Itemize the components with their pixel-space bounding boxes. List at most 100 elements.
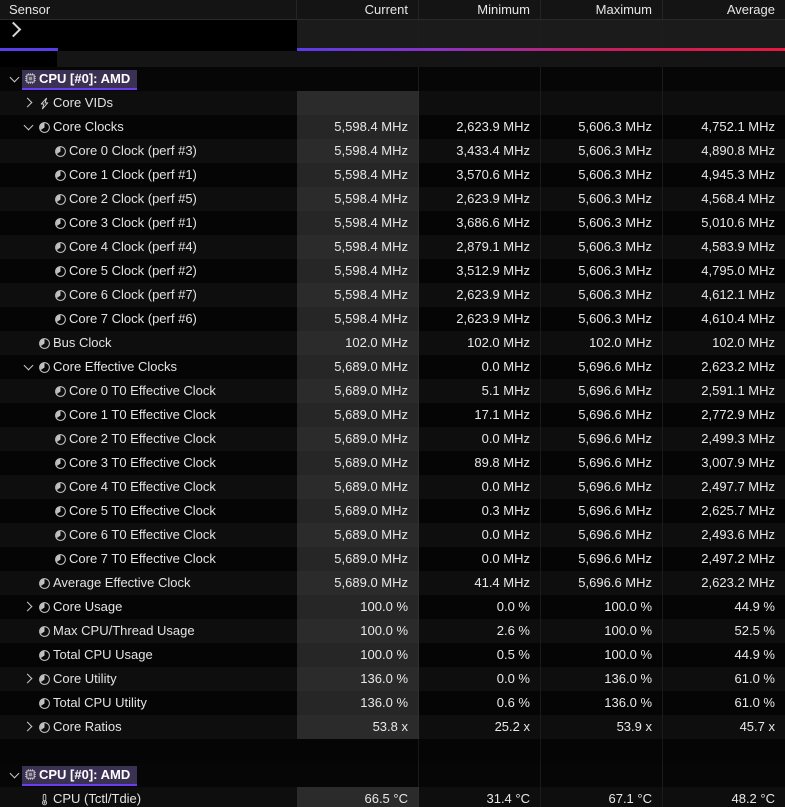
sensor-value-minimum: 0.0 MHz [419, 427, 541, 451]
sensor-row[interactable]: Core Usage100.0 %0.0 %100.0 %44.9 % [0, 595, 785, 619]
sensor-row[interactable]: Core 5 T0 Effective Clock5,689.0 MHz0.3 … [0, 499, 785, 523]
sensor-row[interactable]: Core 4 Clock (perf #4)5,598.4 MHz2,879.1… [0, 235, 785, 259]
sensor-row[interactable]: Core 1 T0 Effective Clock5,689.0 MHz17.1… [0, 403, 785, 427]
sensor-name-cell[interactable]: Core 6 Clock (perf #7) [0, 283, 297, 307]
column-header-sensor[interactable]: Sensor [0, 0, 297, 19]
column-header-maximum[interactable]: Maximum [541, 0, 663, 19]
chevron-down-icon[interactable] [22, 115, 36, 139]
sensor-value-average: 4,945.3 MHz [663, 163, 785, 187]
sensor-row[interactable]: Core 3 Clock (perf #1)5,598.4 MHz3,686.6… [0, 211, 785, 235]
sensor-name-cell[interactable]: Max CPU/Thread Usage [0, 619, 297, 643]
sensor-value-maximum: 100.0 % [541, 595, 663, 619]
sensor-row[interactable]: Max CPU/Thread Usage100.0 %2.6 %100.0 %5… [0, 619, 785, 643]
chevron-right-icon[interactable] [22, 91, 36, 115]
sensor-row[interactable]: Core 2 Clock (perf #5)5,598.4 MHz2,623.9… [0, 187, 785, 211]
group-header-name-cell-2[interactable]: CPU [#0]: AMD [0, 763, 297, 787]
sensor-name-cell[interactable]: Core 2 T0 Effective Clock [0, 427, 297, 451]
column-header-minimum[interactable]: Minimum [419, 0, 541, 19]
sensor-row[interactable]: Core Clocks5,598.4 MHz2,623.9 MHz5,606.3… [0, 115, 785, 139]
sensor-row[interactable]: Core 1 Clock (perf #1)5,598.4 MHz3,570.6… [0, 163, 785, 187]
sensor-row[interactable]: Core 3 T0 Effective Clock5,689.0 MHz89.8… [0, 451, 785, 475]
group-header-row-cpu-0-temps[interactable]: CPU [#0]: AMD [0, 763, 785, 787]
chevron-down-icon[interactable] [8, 763, 22, 787]
group-header-row-cpu-0[interactable]: CPU [#0]: AMD [0, 67, 785, 91]
sensor-name-cell[interactable]: Core Ratios [0, 715, 297, 739]
partial-row-average-cell [663, 20, 785, 51]
sensor-name-cell[interactable]: Total CPU Usage [0, 643, 297, 667]
sensor-value-minimum: 3,512.9 MHz [419, 259, 541, 283]
sensor-name-cell[interactable]: Core 4 Clock (perf #4) [0, 235, 297, 259]
sensor-name-cell[interactable]: Core 1 Clock (perf #1) [0, 163, 297, 187]
expander-placeholder [38, 451, 52, 475]
sensor-row[interactable]: Core 2 T0 Effective Clock5,689.0 MHz0.0 … [0, 427, 785, 451]
sensor-value-current: 5,689.0 MHz [297, 403, 419, 427]
sensor-row[interactable]: Core 6 T0 Effective Clock5,689.0 MHz0.0 … [0, 523, 785, 547]
sensor-name-cell[interactable]: Core 3 Clock (perf #1) [0, 211, 297, 235]
sensor-value-minimum: 41.4 MHz [419, 571, 541, 595]
chevron-right-icon[interactable] [22, 595, 36, 619]
chevron-right-icon[interactable] [6, 22, 22, 38]
chevron-down-icon[interactable] [22, 355, 36, 379]
partial-group-name-cell[interactable] [0, 20, 297, 51]
sensor-value-maximum: 53.9 x [541, 715, 663, 739]
sensor-row[interactable]: CPU (Tctl/Tdie)66.5 °C31.4 °C67.1 °C48.2… [0, 787, 785, 807]
sensor-row[interactable]: Core 4 T0 Effective Clock5,689.0 MHz0.0 … [0, 475, 785, 499]
chevron-right-icon[interactable] [22, 715, 36, 739]
column-header-average[interactable]: Average [663, 0, 785, 19]
sensor-row[interactable]: Core Utility136.0 %0.0 %136.0 %61.0 % [0, 667, 785, 691]
sensor-row[interactable]: Core 7 Clock (perf #6)5,598.4 MHz2,623.9… [0, 307, 785, 331]
sensor-value-current: 66.5 °C [297, 787, 419, 807]
sensor-name-cell[interactable]: Core Usage [0, 595, 297, 619]
sensor-value-current: 5,689.0 MHz [297, 379, 419, 403]
partial-group-mask [58, 20, 297, 48]
sensor-name-cell[interactable]: Average Effective Clock [0, 571, 297, 595]
partial-collapsed-group-row[interactable] [0, 20, 785, 51]
sensor-name-label: Core 0 Clock (perf #3) [69, 139, 197, 163]
partial-row-band [0, 51, 785, 67]
sensor-name-cell[interactable]: Core 4 T0 Effective Clock [0, 475, 297, 499]
chevron-down-icon[interactable] [8, 67, 22, 91]
sensor-row[interactable]: Core 6 Clock (perf #7)5,598.4 MHz2,623.9… [0, 283, 785, 307]
sensor-name-cell[interactable]: Core 2 Clock (perf #5) [0, 187, 297, 211]
sensor-name-cell[interactable]: CPU (Tctl/Tdie) [0, 787, 297, 807]
sensor-name-cell[interactable]: Core Utility [0, 667, 297, 691]
sensor-name-cell[interactable]: Core 1 T0 Effective Clock [0, 403, 297, 427]
sensor-name-cell[interactable]: Core Clocks [0, 115, 297, 139]
sensor-name-cell[interactable]: Core 5 Clock (perf #2) [0, 259, 297, 283]
sensor-row[interactable]: Core Ratios53.8 x25.2 x53.9 x45.7 x [0, 715, 785, 739]
sensor-name-cell[interactable]: Core 7 T0 Effective Clock [0, 547, 297, 571]
column-header-current[interactable]: Current [297, 0, 419, 19]
group2-row-maximum-cell [541, 763, 663, 787]
sensor-row[interactable]: Core 7 T0 Effective Clock5,689.0 MHz0.0 … [0, 547, 785, 571]
sensor-name-cell[interactable]: Total CPU Utility [0, 691, 297, 715]
sensor-name-cell[interactable]: Core VIDs [0, 91, 297, 115]
sensor-row[interactable]: Bus Clock102.0 MHz102.0 MHz102.0 MHz102.… [0, 331, 785, 355]
sensor-value-average: 44.9 % [663, 643, 785, 667]
sensor-row[interactable]: Core 0 T0 Effective Clock5,689.0 MHz5.1 … [0, 379, 785, 403]
sensor-row[interactable]: Core 5 Clock (perf #2)5,598.4 MHz3,512.9… [0, 259, 785, 283]
sensor-row[interactable]: Average Effective Clock5,689.0 MHz41.4 M… [0, 571, 785, 595]
chevron-right-icon[interactable] [22, 667, 36, 691]
sensor-name-cell[interactable]: Core 3 T0 Effective Clock [0, 451, 297, 475]
sensor-value-average: 2,499.3 MHz [663, 427, 785, 451]
group-header-name-cell[interactable]: CPU [#0]: AMD [0, 67, 297, 91]
sensor-row[interactable]: Core Effective Clocks5,689.0 MHz0.0 MHz5… [0, 355, 785, 379]
sensor-name-cell[interactable]: Core 7 Clock (perf #6) [0, 307, 297, 331]
sensor-value-minimum: 2,879.1 MHz [419, 235, 541, 259]
sensor-name-cell[interactable]: Core 0 T0 Effective Clock [0, 379, 297, 403]
sensor-row[interactable]: Core VIDs [0, 91, 785, 115]
sensor-value-minimum: 25.2 x [419, 715, 541, 739]
clock-icon [36, 619, 53, 643]
sensor-row[interactable]: Total CPU Utility136.0 %0.6 %136.0 %61.0… [0, 691, 785, 715]
sensor-name-cell[interactable]: Core 6 T0 Effective Clock [0, 523, 297, 547]
group2-row-average-cell [663, 763, 785, 787]
sensor-value-maximum: 5,606.3 MHz [541, 283, 663, 307]
sensor-name-cell[interactable]: Core 0 Clock (perf #3) [0, 139, 297, 163]
sensor-name-cell[interactable]: Core Effective Clocks [0, 355, 297, 379]
group-row-average-cell [663, 67, 785, 91]
sensor-row[interactable]: Core 0 Clock (perf #3)5,598.4 MHz3,433.4… [0, 139, 785, 163]
sensor-row[interactable]: Total CPU Usage100.0 %0.5 %100.0 %44.9 % [0, 643, 785, 667]
sensor-name-cell[interactable]: Bus Clock [0, 331, 297, 355]
sensor-value-maximum: 102.0 MHz [541, 331, 663, 355]
sensor-name-cell[interactable]: Core 5 T0 Effective Clock [0, 499, 297, 523]
